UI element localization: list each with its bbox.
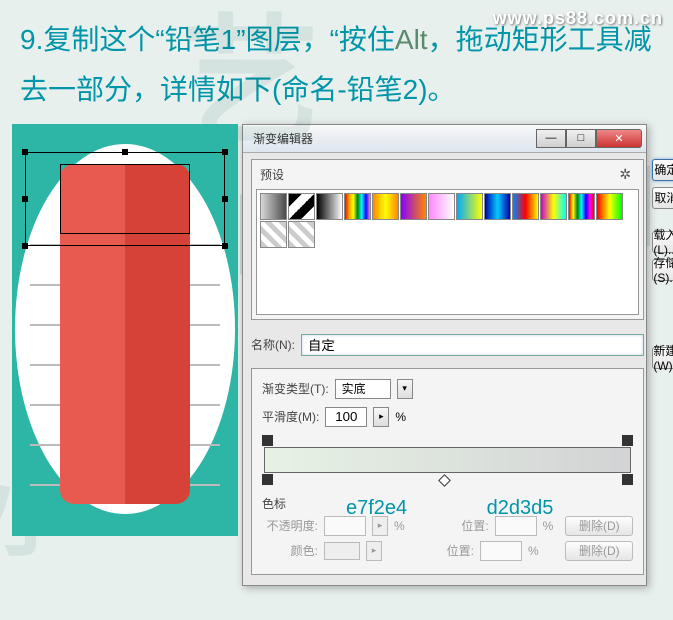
preset-swatch[interactable]: [288, 193, 315, 220]
gradtype-select[interactable]: 实底: [335, 379, 391, 399]
name-label: 名称(N):: [251, 336, 295, 353]
new-button[interactable]: 新建(W): [652, 347, 673, 369]
close-button[interactable]: ✕: [596, 129, 642, 148]
preset-swatch[interactable]: [456, 193, 483, 220]
load-button[interactable]: 载入(L)...: [652, 231, 673, 253]
position-label-2: 位置:: [418, 542, 474, 559]
save-button[interactable]: 存储(S)...: [652, 259, 673, 281]
chevron-right-icon: ▸: [366, 541, 382, 561]
preset-swatch[interactable]: [372, 193, 399, 220]
hex-label-1: e7f2e4: [346, 497, 407, 520]
delete-button-2: 删除(D): [565, 541, 633, 561]
preset-swatch[interactable]: [568, 193, 595, 220]
gradient-panel: 渐变类型(T): 实底 ▾ 平滑度(M): ▸ %: [251, 368, 644, 575]
preset-swatch[interactable]: [596, 193, 623, 220]
preset-swatch[interactable]: [428, 193, 455, 220]
canvas-preview: [12, 124, 238, 536]
position-label: 位置:: [433, 517, 489, 534]
preset-swatch[interactable]: [260, 193, 287, 220]
color-stop-left[interactable]: [262, 474, 273, 485]
maximize-button[interactable]: □: [566, 129, 596, 148]
presets-label: 预设: [260, 166, 619, 183]
color-label: 颜色:: [262, 542, 318, 559]
hex-label-2: d2d3d5: [487, 497, 554, 520]
delete-button-1: 删除(D): [565, 516, 633, 536]
color-box: [324, 542, 360, 560]
preset-swatch[interactable]: [344, 193, 371, 220]
preset-swatch[interactable]: [400, 193, 427, 220]
gradtype-label: 渐变类型(T):: [262, 380, 329, 397]
selection-inner[interactable]: [60, 164, 190, 234]
watermark-text: www.ps88.com.cn: [493, 8, 663, 29]
cancel-button[interactable]: 取消: [652, 187, 673, 209]
gradient-bar[interactable]: [264, 447, 631, 473]
dialog-title: 渐变编辑器: [253, 130, 536, 147]
ok-button[interactable]: 确定: [652, 159, 673, 181]
name-input[interactable]: [301, 334, 644, 356]
minimize-button[interactable]: —: [536, 129, 566, 148]
position-input-2: [480, 541, 522, 561]
percent-label: %: [395, 410, 406, 424]
gear-icon[interactable]: ✲: [619, 166, 635, 182]
preset-swatch[interactable]: [484, 193, 511, 220]
opacity-stop-right[interactable]: [622, 435, 633, 446]
dialog-titlebar[interactable]: 渐变编辑器 — □ ✕: [243, 125, 646, 153]
presets-panel: 预设 ✲: [251, 159, 644, 320]
preset-swatch[interactable]: [316, 193, 343, 220]
preset-swatch[interactable]: [288, 221, 315, 248]
smooth-dropdown-icon[interactable]: ▸: [373, 407, 389, 427]
midpoint-stop[interactable]: [438, 474, 451, 487]
preset-swatch[interactable]: [512, 193, 539, 220]
preset-swatches: [256, 189, 639, 315]
color-stop-right[interactable]: [622, 474, 633, 485]
opacity-stop-left[interactable]: [262, 435, 273, 446]
smooth-label: 平滑度(M):: [262, 408, 319, 425]
opacity-label: 不透明度:: [262, 517, 318, 534]
gradtype-dropdown-icon[interactable]: ▾: [397, 379, 413, 399]
smooth-input[interactable]: [325, 407, 367, 427]
stops-label: 色标: [262, 495, 633, 512]
preset-swatch[interactable]: [540, 193, 567, 220]
gradient-editor-dialog: 渐变编辑器 — □ ✕ 预设 ✲ 名称(N):: [242, 124, 647, 586]
preset-swatch[interactable]: [260, 221, 287, 248]
